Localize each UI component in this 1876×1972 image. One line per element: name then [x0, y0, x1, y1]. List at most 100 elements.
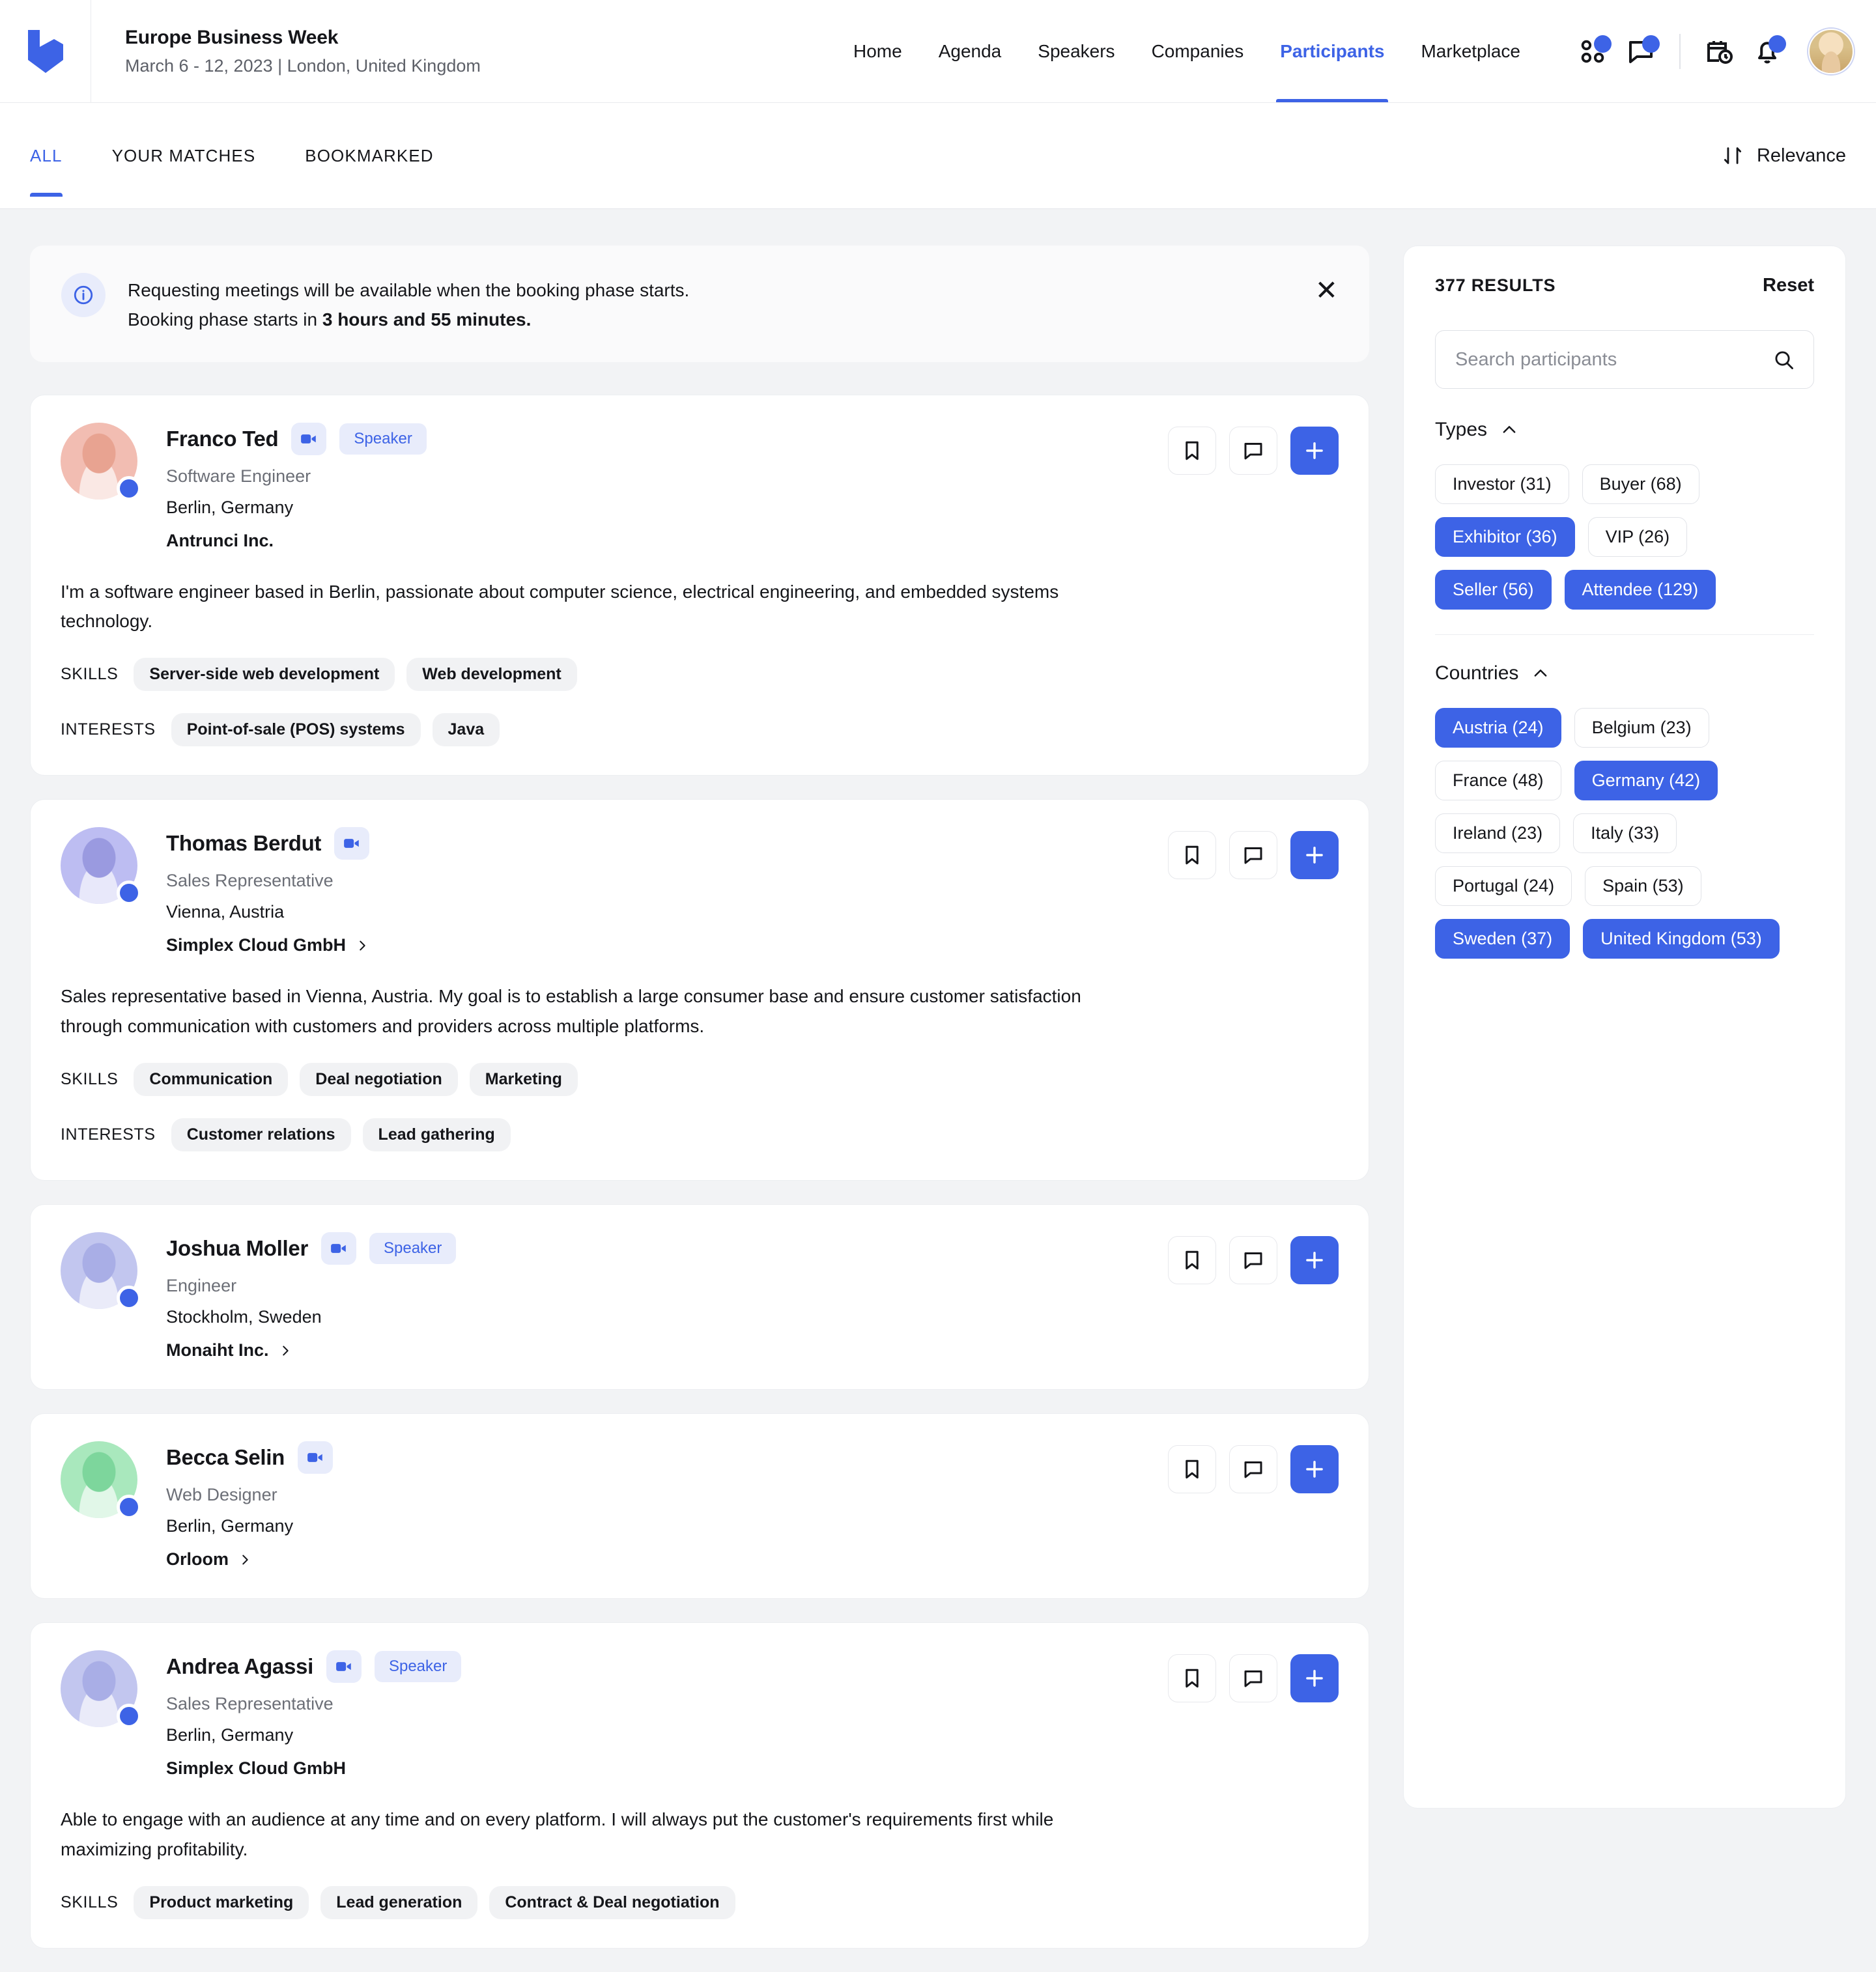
plus-icon[interactable]: [1290, 1445, 1339, 1494]
skill-tag[interactable]: Marketing: [469, 1063, 578, 1097]
speaker-badge: Speaker: [339, 423, 427, 455]
sort-label: Relevance: [1756, 145, 1846, 166]
skill-tag[interactable]: Server-side web development: [134, 658, 395, 692]
sort-button[interactable]: Relevance: [1722, 145, 1846, 167]
nav-item-companies[interactable]: Companies: [1133, 0, 1262, 102]
filter-section-header[interactable]: Countries: [1435, 662, 1814, 684]
participant-card[interactable]: Thomas Berdut Sales Representative Vienna,…: [30, 799, 1369, 1181]
bookmark-icon[interactable]: [1168, 426, 1216, 475]
nav-item-marketplace[interactable]: Marketplace: [1402, 0, 1539, 102]
filter-chip[interactable]: United Kingdom (53): [1583, 919, 1780, 959]
nav-item-speakers[interactable]: Speakers: [1019, 0, 1133, 102]
skill-tag[interactable]: Product marketing: [134, 1885, 309, 1919]
skill-tag[interactable]: Communication: [134, 1063, 289, 1097]
participant-cards: Franco Ted Speaker Software Engineer Berlin…: [30, 394, 1369, 1949]
close-icon[interactable]: ✕: [1315, 273, 1338, 304]
nav-item-home[interactable]: Home: [835, 0, 920, 102]
logo-container[interactable]: [0, 0, 91, 102]
video-camera-icon[interactable]: [320, 1232, 356, 1265]
video-camera-icon[interactable]: [334, 827, 370, 860]
plus-icon[interactable]: [1290, 831, 1339, 880]
reset-button[interactable]: Reset: [1763, 275, 1814, 296]
bookmark-icon[interactable]: [1168, 1236, 1216, 1285]
participant-company[interactable]: Simplex Cloud GmbH: [166, 935, 1168, 955]
bookmark-icon[interactable]: [1168, 831, 1216, 880]
filter-chip-group: Austria (24) Belgium (23) France (48) Germa…: [1435, 708, 1814, 959]
search-input[interactable]: [1454, 348, 1765, 371]
interest-tag[interactable]: Point-of-sale (POS) systems: [171, 713, 421, 747]
filter-chip[interactable]: Buyer (68): [1582, 464, 1699, 504]
filter-chip[interactable]: Belgium (23): [1574, 708, 1709, 748]
interest-tag[interactable]: Java: [432, 713, 500, 747]
nav-item-participants[interactable]: Participants: [1262, 0, 1402, 102]
plus-icon[interactable]: [1290, 426, 1339, 475]
filter-chip[interactable]: VIP (26): [1587, 517, 1688, 557]
filter-chip[interactable]: Austria (24): [1435, 708, 1561, 748]
nav-item-agenda[interactable]: Agenda: [920, 0, 1020, 102]
speaker-badge: Speaker: [369, 1233, 457, 1265]
video-camera-icon[interactable]: [291, 422, 327, 455]
bookmark-icon[interactable]: [1168, 1654, 1216, 1703]
participant-bio: Sales representative based in Vienna, Au…: [61, 986, 1081, 1036]
interest-tag[interactable]: Lead gathering: [362, 1118, 511, 1152]
filter-chip[interactable]: Sweden (37): [1435, 919, 1570, 959]
video-camera-icon[interactable]: [326, 1650, 362, 1683]
participant-company: Antrunci Inc.: [166, 531, 1168, 551]
chevron-up-icon[interactable]: [1500, 421, 1518, 439]
message-icon[interactable]: [1229, 426, 1277, 475]
search-participants-box[interactable]: [1435, 330, 1814, 389]
message-icon[interactable]: [1229, 1445, 1277, 1494]
chevron-up-icon[interactable]: [1531, 664, 1550, 683]
filter-chip[interactable]: Italy (33): [1573, 813, 1677, 853]
filter-chip[interactable]: Germany (42): [1574, 761, 1718, 800]
plus-icon[interactable]: [1290, 1654, 1339, 1703]
filter-chip[interactable]: France (48): [1435, 761, 1561, 800]
message-icon[interactable]: [1229, 1654, 1277, 1703]
participant-company[interactable]: Orloom: [166, 1549, 1168, 1570]
filter-chip[interactable]: Investor (31): [1435, 464, 1569, 504]
participant-name-row: Becca Selin: [166, 1441, 1168, 1474]
filter-chip[interactable]: Attendee (129): [1564, 570, 1716, 610]
filter-chip[interactable]: Seller (56): [1435, 570, 1552, 610]
filter-chip[interactable]: Portugal (24): [1435, 866, 1572, 906]
participant-card[interactable]: Becca Selin Web Designer Berlin, Germany Or…: [30, 1413, 1369, 1599]
event-meta: Europe Business Week March 6 - 12, 2023 …: [91, 0, 481, 102]
filters-panel: 377 RESULTS Reset Types Investor (31) Buye…: [1403, 246, 1846, 1809]
interest-tag[interactable]: Customer relations: [171, 1118, 351, 1152]
skill-tag[interactable]: Lead generation: [320, 1885, 478, 1919]
search-icon[interactable]: [1772, 348, 1795, 371]
bookmark-icon[interactable]: [1168, 1445, 1216, 1494]
participant-card-header: Thomas Berdut Sales Representative Vienna,…: [61, 827, 1339, 955]
tab-bookmarked[interactable]: BOOKMARKED: [305, 116, 433, 196]
booking-phase-banner: Requesting meetings will be available wh…: [30, 246, 1369, 362]
skill-tag[interactable]: Web development: [406, 658, 577, 692]
participant-company[interactable]: Monaiht Inc.: [166, 1340, 1168, 1360]
filter-chip[interactable]: Spain (53): [1585, 866, 1701, 906]
plus-icon[interactable]: [1290, 1236, 1339, 1285]
skill-tag[interactable]: Deal negotiation: [300, 1063, 458, 1097]
filter-chip[interactable]: Ireland (23): [1435, 813, 1561, 853]
participant-card[interactable]: Joshua Moller Speaker Engineer Stockholm, S…: [30, 1204, 1369, 1390]
filter-chip[interactable]: Exhibitor (36): [1435, 517, 1575, 557]
participant-company-name: Simplex Cloud GmbH: [166, 935, 347, 955]
tab-your-matches[interactable]: YOUR MATCHES: [112, 116, 256, 196]
video-camera-icon[interactable]: [297, 1441, 333, 1474]
schedule-calendar-icon[interactable]: [1695, 27, 1743, 76]
avatar[interactable]: [1808, 28, 1854, 74]
filter-section-header[interactable]: Types: [1435, 419, 1814, 441]
interests-row: INTERESTS Point-of-sale (POS) systems Java: [61, 713, 1339, 747]
matches-icon[interactable]: [1569, 27, 1617, 76]
banner-line-1: Requesting meetings will be available wh…: [128, 280, 690, 300]
tab-all[interactable]: ALL: [30, 116, 63, 197]
skill-tag[interactable]: Contract & Deal negotiation: [489, 1885, 735, 1919]
event-subtitle: March 6 - 12, 2023 | London, United King…: [125, 55, 481, 76]
message-icon[interactable]: [1229, 831, 1277, 880]
participant-company: Simplex Cloud GmbH: [166, 1758, 1168, 1779]
matches-badge: [1594, 35, 1612, 53]
participant-company-name: Simplex Cloud GmbH: [166, 1758, 347, 1779]
participant-card[interactable]: Andrea Agassi Speaker Sales Representative…: [30, 1622, 1369, 1949]
messages-icon[interactable]: [1617, 27, 1665, 76]
notifications-bell-icon[interactable]: [1743, 27, 1791, 76]
message-icon[interactable]: [1229, 1236, 1277, 1285]
participant-card[interactable]: Franco Ted Speaker Software Engineer Berlin…: [30, 394, 1369, 776]
